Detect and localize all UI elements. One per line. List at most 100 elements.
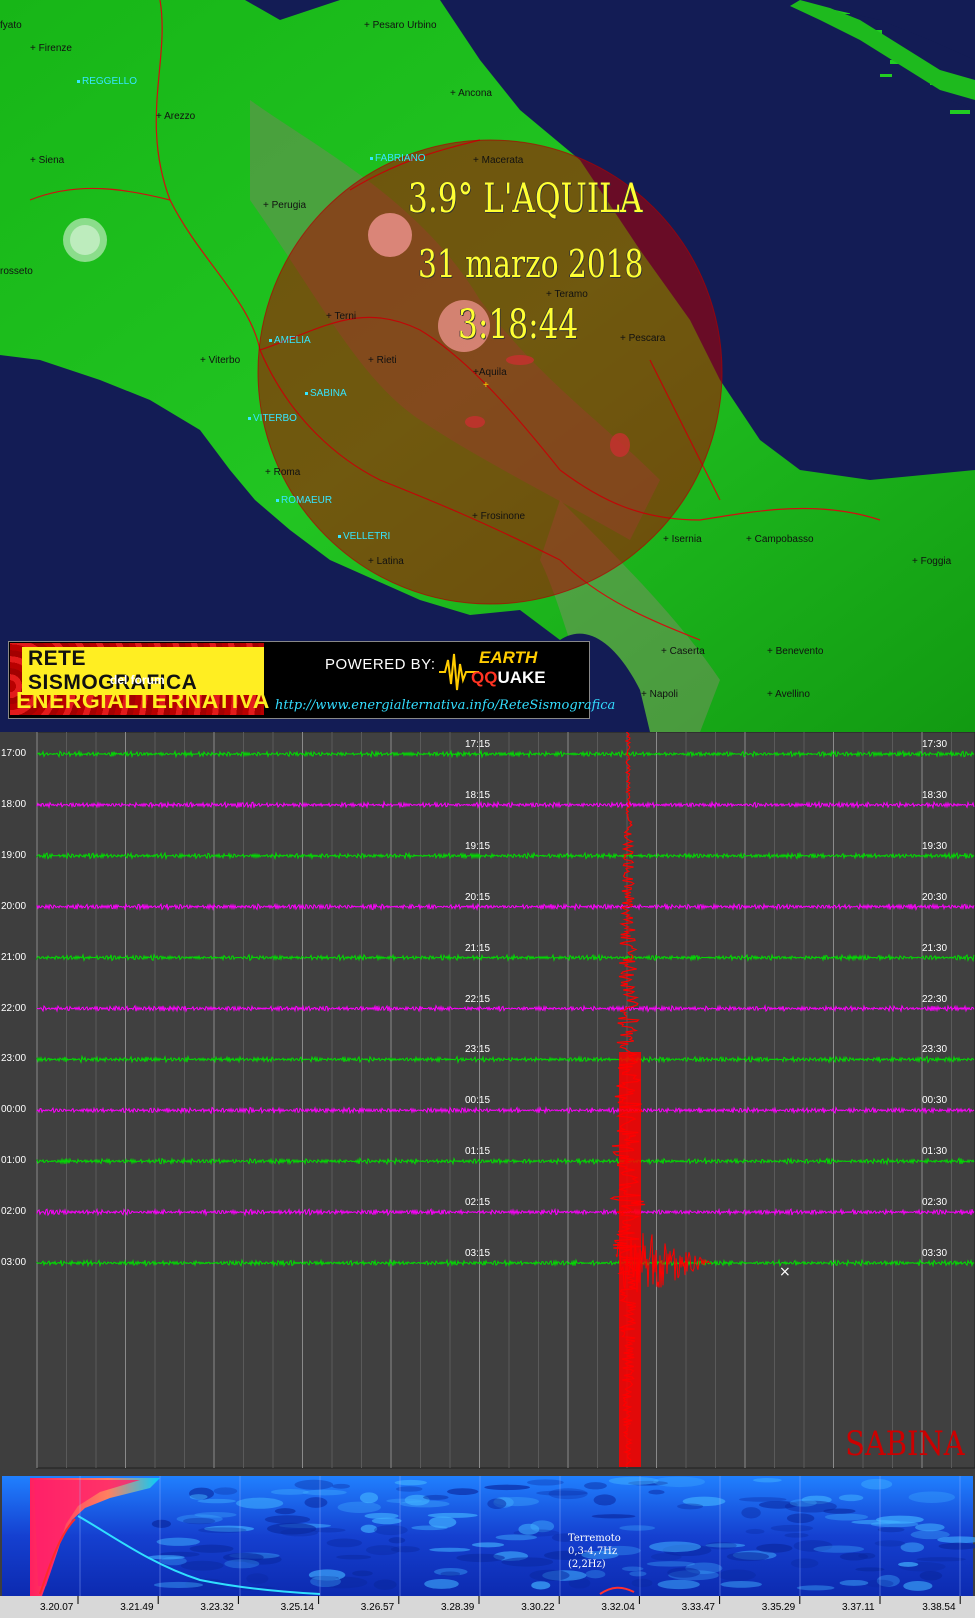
place-label: + Rieti (368, 355, 397, 366)
spectrogram-noise (536, 1490, 588, 1496)
spectrogram-noise (153, 1581, 204, 1589)
row-mid-time-label: 01:15 (465, 1146, 491, 1158)
row-end-time-label: 20:30 (922, 891, 948, 903)
row-time-label: 18:00 (1, 798, 27, 810)
station-label[interactable]: VITERBO (248, 413, 297, 425)
row-end-time-label: 22:30 (922, 993, 948, 1005)
logo-qq: QQ (471, 668, 498, 687)
spectrogram-noise (790, 1558, 819, 1569)
spectrogram-noise (585, 1570, 606, 1579)
place-name: Teramo (554, 289, 588, 300)
spectrogram-noise (653, 1476, 705, 1488)
row-time-label: 20:00 (1, 900, 27, 912)
spectrogram-noise (246, 1573, 269, 1585)
seismic-map: + fyato + Pesaro Urbino + Firenze REGGEL… (0, 0, 975, 732)
network-banner: RETE SISMOGRAFICA del forum ENERGIALTERN… (8, 641, 615, 719)
spectrogram-noise (529, 1569, 570, 1582)
time-tick-label: 3.20.07 (40, 1602, 74, 1613)
place-name: Ancona (458, 88, 492, 99)
spectrogram-noise (374, 1525, 408, 1536)
station-label[interactable]: FABRIANO (370, 153, 426, 165)
place-name: Pesaro Urbino (372, 20, 437, 31)
svg-text:+: + (483, 380, 489, 391)
time-tick-label: 3.26.57 (360, 1602, 395, 1613)
spectrogram-noise (302, 1489, 347, 1496)
earthquake-logo-top: EARTH (479, 648, 538, 667)
place-label: + Caserta (661, 646, 705, 657)
spectrogram-noise (326, 1538, 363, 1548)
powered-by-label: POWERED BY: (325, 656, 436, 673)
place-label: + Viterbo (200, 355, 241, 366)
spectrogram-noise (487, 1498, 507, 1510)
spectrogram-noise (677, 1503, 704, 1510)
spectrogram-noise (756, 1543, 793, 1553)
spectrogram-noise (501, 1557, 554, 1567)
place-label: + Roma (265, 467, 301, 478)
spectrogram-noise (429, 1547, 471, 1552)
spectrogram-noise (213, 1487, 238, 1495)
station-label[interactable]: AMELIA (269, 335, 311, 347)
banner-subtitle: del forum (110, 673, 165, 687)
time-tick-label: 3.37.11 (842, 1602, 875, 1613)
row-end-time-label: 23:30 (922, 1044, 948, 1056)
spectrogram-noise (386, 1498, 423, 1504)
spectrogram-noise (877, 1527, 905, 1533)
station-label[interactable]: VELLETRI (338, 531, 390, 543)
spectrogram-noise (631, 1578, 653, 1588)
place-label: + Firenze (30, 43, 72, 54)
spectrogram-noise (531, 1581, 551, 1590)
spectrogram-noise (267, 1522, 317, 1535)
spectrogram-noise (649, 1541, 701, 1553)
spectrogram-noise (861, 1478, 893, 1490)
spectrogram-panel: Terremoto 0,3-4,7Hz (2,2Hz) 3.20.07 3.21.… (0, 1474, 975, 1618)
station-name: ROMAEUR (281, 495, 333, 506)
spectrogram-noise (440, 1571, 461, 1577)
place-label: + Perugia (263, 200, 307, 211)
place-label: + Pesaro Urbino (364, 20, 437, 31)
spectrogram-noise (189, 1494, 208, 1500)
spectrogram-noise (332, 1483, 350, 1489)
place-label: + Siena (30, 155, 65, 166)
spectrogram-noise (591, 1514, 636, 1519)
station-name: AMELIA (274, 335, 311, 346)
spectrogram-noise (424, 1578, 459, 1589)
row-time-label: 01:00 (1, 1155, 27, 1167)
network-url-link[interactable]: http://www.energialternativa.info/ReteSi… (275, 698, 615, 713)
earthquake-peak-band (619, 1052, 641, 1467)
place-name: Aquila (478, 367, 507, 378)
row-mid-time-label: 20:15 (465, 891, 491, 903)
spectrogram-noise (352, 1570, 373, 1577)
seismogram-panel: × 17:00 17:15 17:30 18:00 18:15 18:30 19:00 19:… (0, 732, 975, 1474)
place-label: + Benevento (767, 646, 824, 657)
station-label[interactable]: ROMAEUR (276, 495, 332, 507)
spectrogram-noise (198, 1527, 247, 1534)
place-label: + Pescara (620, 333, 666, 344)
screen: + fyato + Pesaro Urbino + Firenze REGGEL… (0, 0, 975, 1618)
place-label: + Macerata (473, 155, 524, 166)
spectrogram-noise (753, 1478, 782, 1483)
time-tick-label: 3.23.32 (200, 1602, 234, 1613)
place-name: Rieti (376, 355, 397, 366)
time-tick-label: 3.25.14 (280, 1602, 314, 1613)
spectrogram-noise (839, 1552, 868, 1561)
spectrogram-noise (824, 1513, 869, 1521)
place-label: + Arezzo (156, 111, 196, 122)
spectrogram-noise (456, 1553, 505, 1563)
spectrogram-noise (916, 1557, 966, 1562)
station-name: VELLETRI (343, 531, 391, 542)
spectrogram-noise (428, 1516, 457, 1529)
station-name: REGGELLO (82, 76, 138, 87)
row-time-label: 03:00 (1, 1257, 27, 1268)
spectrogram-noise (705, 1541, 737, 1550)
place-name: Pescara (628, 333, 666, 344)
place-label: rosseto (0, 266, 33, 277)
banner-logo-panel: RETE SISMOGRAFICA del forum ENERGIALTERN… (10, 643, 269, 715)
row-end-time-label: 02:30 (922, 1197, 948, 1209)
spectrogram-noise (720, 1581, 762, 1588)
place-label: + Campobasso (746, 534, 814, 545)
place-name: Avellino (775, 689, 810, 700)
spectrogram-noise (741, 1507, 761, 1519)
spectrogram-noise (648, 1489, 665, 1495)
station-label[interactable]: REGGELLO (77, 76, 137, 88)
station-label[interactable]: SABINA (305, 388, 347, 400)
